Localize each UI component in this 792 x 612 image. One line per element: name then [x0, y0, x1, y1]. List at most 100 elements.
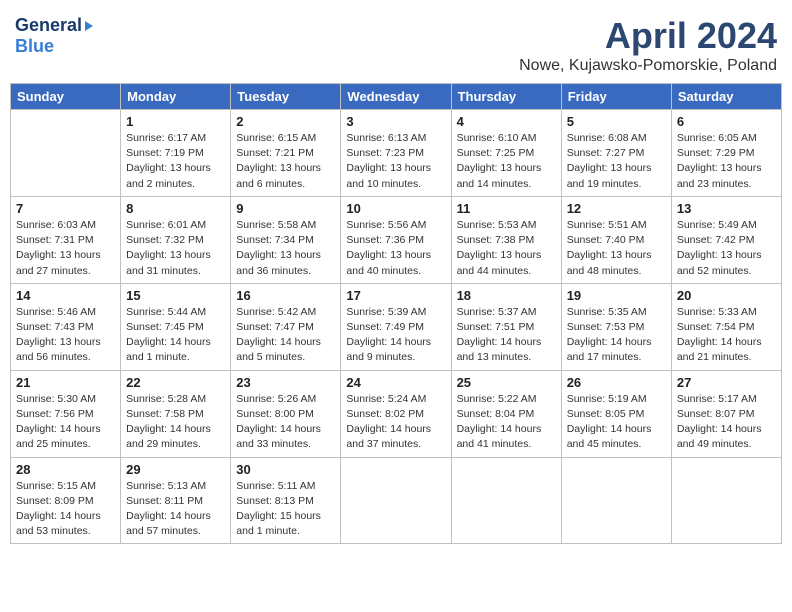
calendar-cell: 9 Sunrise: 5:58 AMSunset: 7:34 PMDaylight… — [231, 196, 341, 283]
calendar-cell: 26 Sunrise: 5:19 AMSunset: 8:05 PMDayligh… — [561, 370, 671, 457]
page-header: General Blue April 2024 Nowe, Kujawsko-P… — [10, 10, 782, 75]
calendar-cell — [11, 110, 121, 197]
day-info: Sunrise: 5:53 AMSunset: 7:38 PMDaylight:… — [457, 218, 556, 279]
calendar-cell: 23 Sunrise: 5:26 AMSunset: 8:00 PMDayligh… — [231, 370, 341, 457]
day-info: Sunrise: 5:22 AMSunset: 8:04 PMDaylight:… — [457, 392, 556, 453]
calendar-week-row-3: 21Sunrise: 5:30 AMSunset: 7:56 PMDayligh… — [11, 370, 782, 457]
calendar-cell: 24 Sunrise: 5:24 AMSunset: 8:02 PMDayligh… — [341, 370, 451, 457]
calendar-cell: 14Sunrise: 5:46 AMSunset: 7:43 PMDayligh… — [11, 283, 121, 370]
day-number: 28 — [16, 462, 115, 477]
day-info: Sunrise: 5:37 AMSunset: 7:51 PMDaylight:… — [457, 305, 556, 366]
day-info: Sunrise: 6:10 AMSunset: 7:25 PMDaylight:… — [457, 131, 556, 192]
calendar-cell: 15 Sunrise: 5:44 AMSunset: 7:45 PMDayligh… — [121, 283, 231, 370]
calendar-cell: 12 Sunrise: 5:51 AMSunset: 7:40 PMDayligh… — [561, 196, 671, 283]
day-number: 30 — [236, 462, 335, 477]
title-location: Nowe, Kujawsko-Pomorskie, Poland — [519, 57, 777, 75]
day-number: 15 — [126, 288, 225, 303]
calendar-cell: 1Sunrise: 6:17 AMSunset: 7:19 PMDaylight… — [121, 110, 231, 197]
calendar-cell: 2Sunrise: 6:15 AMSunset: 7:21 PMDaylight… — [231, 110, 341, 197]
calendar-weekday-thursday: Thursday — [451, 84, 561, 110]
day-info: Sunrise: 5:26 AMSunset: 8:00 PMDaylight:… — [236, 392, 335, 453]
calendar-cell: 5Sunrise: 6:08 AMSunset: 7:27 PMDaylight… — [561, 110, 671, 197]
calendar-cell: 21Sunrise: 5:30 AMSunset: 7:56 PMDayligh… — [11, 370, 121, 457]
day-number: 27 — [677, 375, 776, 390]
title-month-year: April 2024 — [519, 15, 777, 57]
calendar-cell: 30 Sunrise: 5:11 AMSunset: 8:13 PMDayligh… — [231, 457, 341, 544]
day-info: Sunrise: 6:03 AMSunset: 7:31 PMDaylight:… — [16, 218, 115, 279]
calendar-week-row-1: 7 Sunrise: 6:03 AMSunset: 7:31 PMDaylight… — [11, 196, 782, 283]
calendar-cell: 25 Sunrise: 5:22 AMSunset: 8:04 PMDayligh… — [451, 370, 561, 457]
calendar-week-row-2: 14Sunrise: 5:46 AMSunset: 7:43 PMDayligh… — [11, 283, 782, 370]
day-info: Sunrise: 5:24 AMSunset: 8:02 PMDaylight:… — [346, 392, 445, 453]
calendar-cell: 16 Sunrise: 5:42 AMSunset: 7:47 PMDayligh… — [231, 283, 341, 370]
day-info: Sunrise: 5:58 AMSunset: 7:34 PMDaylight:… — [236, 218, 335, 279]
calendar-cell — [341, 457, 451, 544]
calendar-cell: 28Sunrise: 5:15 AMSunset: 8:09 PMDayligh… — [11, 457, 121, 544]
calendar-cell: 3 Sunrise: 6:13 AMSunset: 7:23 PMDaylight… — [341, 110, 451, 197]
calendar-cell: 11 Sunrise: 5:53 AMSunset: 7:38 PMDayligh… — [451, 196, 561, 283]
calendar-cell: 8 Sunrise: 6:01 AMSunset: 7:32 PMDaylight… — [121, 196, 231, 283]
day-info: Sunrise: 6:15 AMSunset: 7:21 PMDaylight:… — [236, 131, 335, 192]
day-info: Sunrise: 5:39 AMSunset: 7:49 PMDaylight:… — [346, 305, 445, 366]
title-block: April 2024 Nowe, Kujawsko-Pomorskie, Pol… — [519, 15, 777, 75]
calendar-cell: 19 Sunrise: 5:35 AMSunset: 7:53 PMDayligh… — [561, 283, 671, 370]
day-number: 16 — [236, 288, 335, 303]
calendar-cell — [561, 457, 671, 544]
day-number: 20 — [677, 288, 776, 303]
calendar-cell — [671, 457, 781, 544]
calendar-header-row: SundayMondayTuesdayWednesdayThursdayFrid… — [11, 84, 782, 110]
day-number: 19 — [567, 288, 666, 303]
day-number: 11 — [457, 201, 556, 216]
day-info: Sunrise: 5:33 AMSunset: 7:54 PMDaylight:… — [677, 305, 776, 366]
calendar-cell: 29 Sunrise: 5:13 AMSunset: 8:11 PMDayligh… — [121, 457, 231, 544]
day-info: Sunrise: 5:42 AMSunset: 7:47 PMDaylight:… — [236, 305, 335, 366]
day-number: 26 — [567, 375, 666, 390]
day-info: Sunrise: 5:17 AMSunset: 8:07 PMDaylight:… — [677, 392, 776, 453]
day-info: Sunrise: 5:13 AMSunset: 8:11 PMDaylight:… — [126, 479, 225, 540]
calendar-cell: 20 Sunrise: 5:33 AMSunset: 7:54 PMDayligh… — [671, 283, 781, 370]
calendar-cell: 4Sunrise: 6:10 AMSunset: 7:25 PMDaylight… — [451, 110, 561, 197]
day-number: 29 — [126, 462, 225, 477]
day-number: 23 — [236, 375, 335, 390]
day-number: 8 — [126, 201, 225, 216]
calendar-cell: 10Sunrise: 5:56 AMSunset: 7:36 PMDayligh… — [341, 196, 451, 283]
calendar-cell: 6 Sunrise: 6:05 AMSunset: 7:29 PMDaylight… — [671, 110, 781, 197]
calendar-cell: 7 Sunrise: 6:03 AMSunset: 7:31 PMDaylight… — [11, 196, 121, 283]
calendar-cell — [451, 457, 561, 544]
day-number: 17 — [346, 288, 445, 303]
day-number: 21 — [16, 375, 115, 390]
calendar-week-row-0: 1Sunrise: 6:17 AMSunset: 7:19 PMDaylight… — [11, 110, 782, 197]
day-info: Sunrise: 5:11 AMSunset: 8:13 PMDaylight:… — [236, 479, 335, 540]
day-info: Sunrise: 6:13 AMSunset: 7:23 PMDaylight:… — [346, 131, 445, 192]
day-info: Sunrise: 5:19 AMSunset: 8:05 PMDaylight:… — [567, 392, 666, 453]
calendar-table: SundayMondayTuesdayWednesdayThursdayFrid… — [10, 83, 782, 544]
day-info: Sunrise: 6:01 AMSunset: 7:32 PMDaylight:… — [126, 218, 225, 279]
logo-triangle-icon — [85, 21, 93, 31]
calendar-cell: 17 Sunrise: 5:39 AMSunset: 7:49 PMDayligh… — [341, 283, 451, 370]
day-number: 18 — [457, 288, 556, 303]
day-info: Sunrise: 5:51 AMSunset: 7:40 PMDaylight:… — [567, 218, 666, 279]
day-info: Sunrise: 5:35 AMSunset: 7:53 PMDaylight:… — [567, 305, 666, 366]
calendar-weekday-saturday: Saturday — [671, 84, 781, 110]
calendar-weekday-tuesday: Tuesday — [231, 84, 341, 110]
day-number: 25 — [457, 375, 556, 390]
day-number: 24 — [346, 375, 445, 390]
day-number: 3 — [346, 114, 445, 129]
day-info: Sunrise: 5:49 AMSunset: 7:42 PMDaylight:… — [677, 218, 776, 279]
day-number: 5 — [567, 114, 666, 129]
day-number: 13 — [677, 201, 776, 216]
day-info: Sunrise: 5:44 AMSunset: 7:45 PMDaylight:… — [126, 305, 225, 366]
calendar-weekday-sunday: Sunday — [11, 84, 121, 110]
day-number: 6 — [677, 114, 776, 129]
day-info: Sunrise: 5:56 AMSunset: 7:36 PMDaylight:… — [346, 218, 445, 279]
day-info: Sunrise: 6:17 AMSunset: 7:19 PMDaylight:… — [126, 131, 225, 192]
calendar-cell: 22Sunrise: 5:28 AMSunset: 7:58 PMDayligh… — [121, 370, 231, 457]
day-info: Sunrise: 5:28 AMSunset: 7:58 PMDaylight:… — [126, 392, 225, 453]
day-number: 9 — [236, 201, 335, 216]
day-number: 7 — [16, 201, 115, 216]
day-info: Sunrise: 5:46 AMSunset: 7:43 PMDaylight:… — [16, 305, 115, 366]
day-info: Sunrise: 6:05 AMSunset: 7:29 PMDaylight:… — [677, 131, 776, 192]
calendar-cell: 27 Sunrise: 5:17 AMSunset: 8:07 PMDayligh… — [671, 370, 781, 457]
logo: General Blue — [15, 15, 93, 57]
day-number: 12 — [567, 201, 666, 216]
